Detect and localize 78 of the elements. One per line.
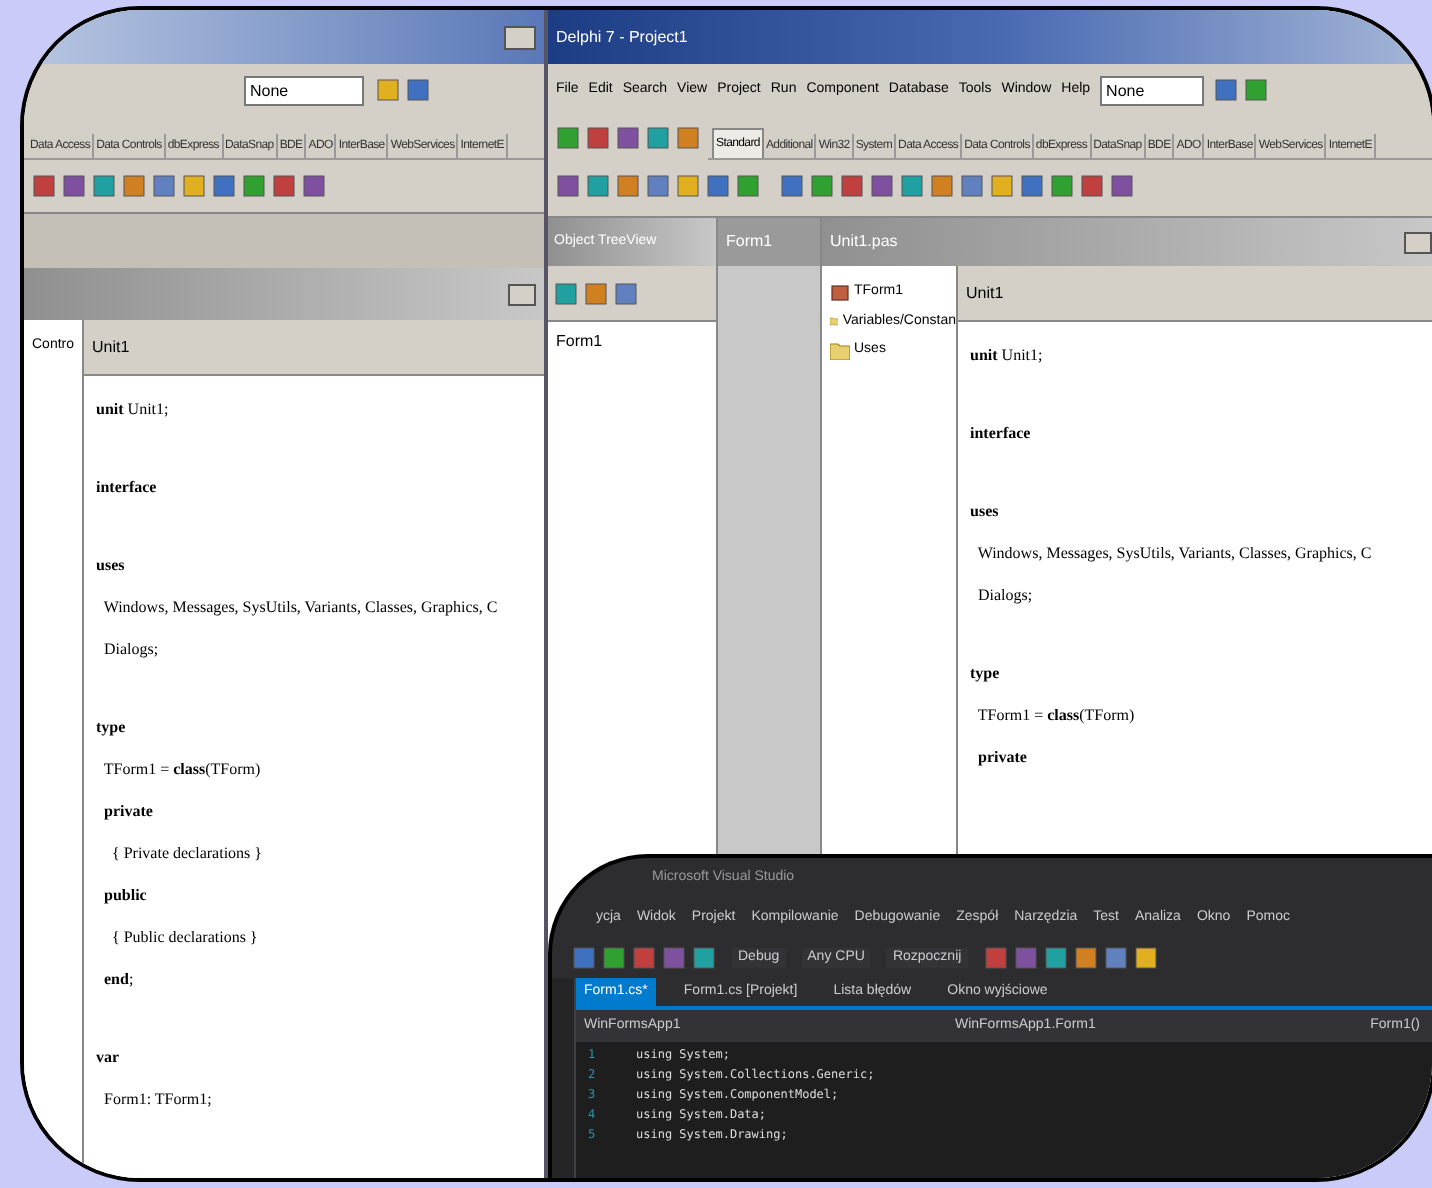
toolbar-icon[interactable] [212, 174, 236, 198]
editor-title: Unit1.pas [830, 230, 898, 254]
class-icon [830, 283, 850, 302]
toolbar-icon[interactable] [586, 174, 610, 198]
toolbar-icon[interactable] [32, 174, 56, 198]
toolbar-icon[interactable] [586, 126, 610, 150]
code-line: uses [970, 500, 999, 524]
code-line: Form1: TForm1; [102, 1088, 212, 1112]
toolbar-icon[interactable] [556, 174, 580, 198]
window-controls-icon[interactable] [1404, 231, 1432, 253]
toolbar-icon[interactable] [616, 126, 640, 150]
code-line: { Private declarations } [110, 842, 262, 866]
toolbar-icon[interactable] [62, 174, 86, 198]
toolbar-icon[interactable] [92, 174, 116, 198]
toolbar-icon[interactable] [1043, 946, 1068, 970]
code-line: { Public declarations } [110, 926, 258, 950]
code-line: public [102, 884, 147, 908]
toolbar-icon[interactable] [692, 946, 716, 970]
code-line: TForm1 = class(TForm) [975, 704, 1135, 728]
tree-item[interactable]: Form1 [548, 322, 716, 354]
toolbar-icon[interactable] [122, 174, 146, 198]
toolbar-icon[interactable] [242, 174, 266, 198]
code-line: end; [102, 968, 134, 992]
toolbar-icon[interactable] [584, 281, 608, 305]
toolbar-icon[interactable] [1080, 174, 1104, 198]
toolbar-icon[interactable] [870, 174, 894, 198]
layout-combo[interactable]: None [1100, 75, 1205, 105]
window-controls-icon[interactable] [508, 283, 536, 305]
toolbar-icon[interactable] [554, 281, 578, 305]
layout-combo[interactable]: None [244, 75, 364, 105]
toolbar-icon[interactable] [1073, 946, 1098, 970]
toolbar-icon[interactable] [1214, 78, 1239, 102]
code-line: interface [970, 422, 1031, 446]
toolbar-icon[interactable] [960, 174, 984, 198]
toolbar-icon[interactable] [1110, 174, 1134, 198]
toolbar-icon[interactable] [406, 78, 430, 102]
toolbar-icon[interactable] [1103, 946, 1128, 970]
code-line: private [102, 800, 153, 824]
code-line: type [970, 662, 1000, 686]
toolbar-icon[interactable] [572, 946, 596, 970]
code-line: Windows, Messages, SysUtils, Variants, Classes, Graphics, C [101, 596, 498, 620]
toolbar-icon[interactable] [736, 174, 760, 198]
code-line: Dialogs; [102, 638, 159, 662]
toolbar-icon[interactable] [272, 174, 296, 198]
toolbar-icon[interactable] [706, 174, 730, 198]
code-line: TForm1 = class(TForm) [101, 758, 261, 782]
code-line: Dialogs; [976, 584, 1033, 608]
code-line: interface [96, 476, 157, 500]
toolbar-icon[interactable] [556, 126, 580, 150]
toolbar-icon[interactable] [646, 174, 670, 198]
toolbar-icon[interactable] [152, 174, 176, 198]
toolbar-icon[interactable] [616, 174, 640, 198]
code-line: unit Unit1; [970, 344, 1043, 368]
toolbar-icon[interactable] [1020, 174, 1044, 198]
code-line: unit Unit1; [96, 398, 169, 422]
toolbar-icon[interactable] [1050, 174, 1074, 198]
code-line: uses [96, 554, 125, 578]
toolbar-icon[interactable] [810, 174, 834, 198]
panel-title: Form1 [726, 230, 773, 254]
toolbar-icon[interactable] [602, 946, 626, 970]
code-line: type [96, 716, 126, 740]
toolbar-icon[interactable] [302, 174, 326, 198]
toolbar-icon[interactable] [780, 174, 804, 198]
editor-tab[interactable]: Unit1 [958, 281, 1012, 305]
toolbar-icon[interactable] [646, 126, 670, 150]
code-line: private [976, 746, 1027, 770]
toolbar-icon[interactable] [840, 174, 864, 198]
editor-tab[interactable]: Unit1 [84, 335, 138, 359]
window-title: Delphi 7 - Project1 [556, 25, 688, 49]
toolbar-icon[interactable] [614, 281, 638, 305]
toolbar-icon[interactable] [930, 174, 954, 198]
toolbar-icon[interactable] [676, 126, 700, 150]
toolbar-icon[interactable] [1244, 78, 1269, 102]
toolbar-icon[interactable] [1133, 946, 1158, 970]
code-line: var [96, 1046, 120, 1070]
window-controls-icon[interactable] [504, 25, 536, 49]
toolbar-icon[interactable] [900, 174, 924, 198]
code-line: Windows, Messages, SysUtils, Variants, Classes, Graphics, C [975, 542, 1372, 566]
